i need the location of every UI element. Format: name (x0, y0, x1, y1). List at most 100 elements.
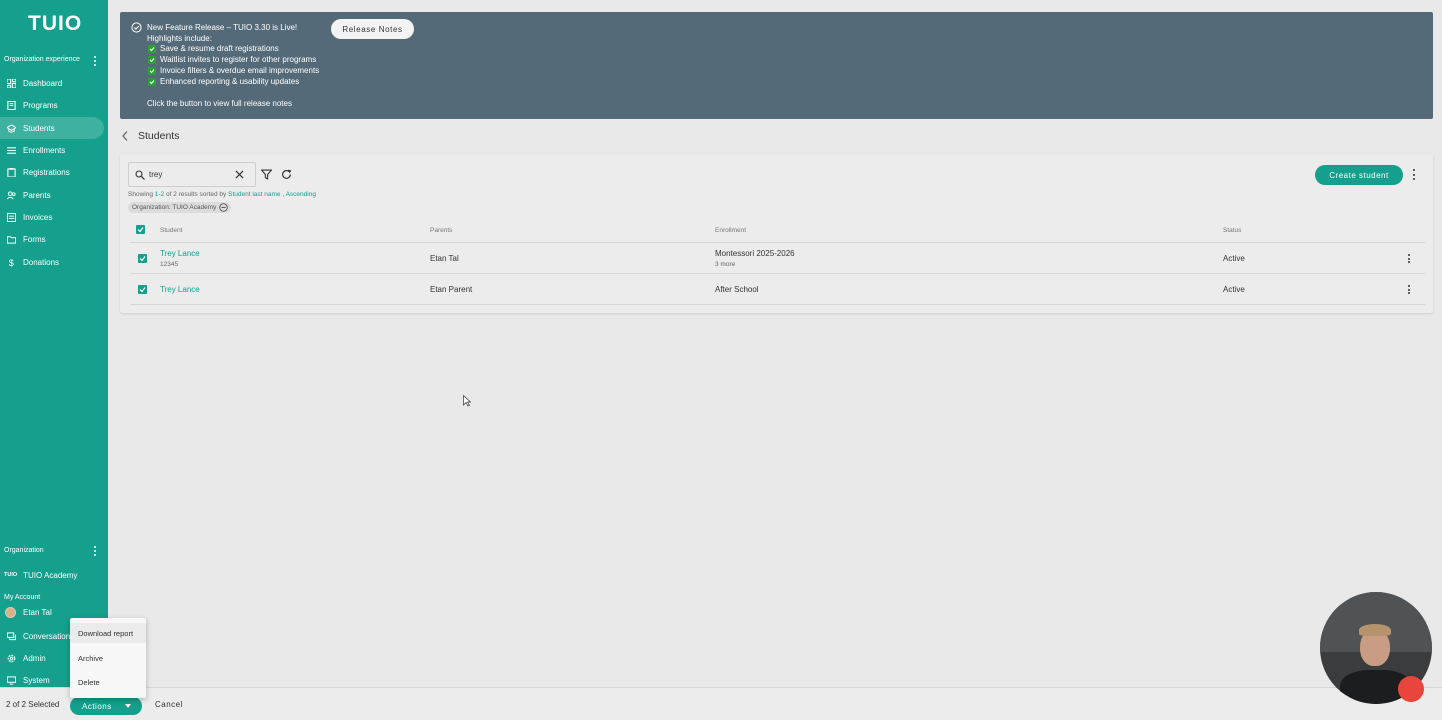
create-student-button[interactable]: Create student (1315, 165, 1403, 185)
checkbox-checked-icon (148, 77, 156, 86)
receipt-icon (7, 212, 16, 222)
filter-icon[interactable] (261, 169, 272, 180)
sidebar-item-label: Parents (23, 190, 51, 200)
enrollment-cell: Montessori 2025-2026 (715, 249, 795, 258)
banner-highlight: Invoice filters & overdue email improvem… (148, 66, 319, 75)
menu-item-archive[interactable]: Archive (70, 648, 146, 668)
monitor-icon (7, 675, 16, 685)
parents-cell: Etan Tal (430, 254, 459, 263)
parents-cell: Etan Parent (430, 285, 473, 294)
sidebar-item-org[interactable]: TUIO TUIO Academy (0, 564, 104, 586)
sort-direction-link[interactable]: Ascending (286, 191, 316, 198)
checkbox-checked-icon (148, 44, 156, 53)
sidebar-item-label: TUIO Academy (23, 570, 78, 580)
student-name-link[interactable]: Trey Lance (160, 249, 200, 258)
sidebar-item-label: Programs (23, 100, 58, 110)
dollar-icon: $ (7, 258, 16, 267)
sidebar-item-forms[interactable]: Forms (0, 228, 104, 250)
svg-text:$: $ (9, 258, 14, 267)
avatar (5, 606, 16, 618)
banner-highlight: Waitlist invites to register for other p… (148, 55, 316, 64)
banner-title: New Feature Release – TUIO 3.30 is Live! (147, 23, 298, 32)
sidebar-item-label: Admin (23, 653, 46, 663)
clear-search-icon[interactable] (235, 170, 244, 179)
column-header-student[interactable]: Student (160, 227, 182, 234)
sort-field-link[interactable]: Student last name (228, 191, 280, 198)
org-experience-menu-icon[interactable] (92, 55, 98, 67)
sidebar-item-dashboard[interactable]: Dashboard (0, 72, 104, 94)
sidebar-item-label: Invoices (23, 212, 53, 222)
more-options-icon[interactable] (1412, 169, 1416, 180)
banner-highlight: Save & resume draft registrations (148, 44, 279, 53)
sidebar-item-enrollments[interactable]: Enrollments (0, 139, 104, 161)
actions-dropdown-button[interactable]: Actions (70, 697, 142, 715)
back-arrow-icon[interactable] (121, 130, 129, 142)
sidebar-item-label: Etan Tal (23, 607, 52, 617)
sidebar-item-label: Registrations (23, 167, 70, 177)
sidebar-item-students[interactable]: Students (0, 117, 104, 139)
student-id: 12345 (160, 261, 179, 268)
chat-icon (7, 631, 16, 641)
status-cell: Active (1223, 285, 1245, 294)
dashboard-icon (7, 78, 16, 88)
sidebar: TUIO Organization experience Dashboard P… (0, 0, 108, 720)
column-header-enrollment[interactable]: Enrollment (715, 227, 746, 234)
sidebar-item-registrations[interactable]: Registrations (0, 161, 104, 183)
search-input[interactable] (149, 170, 233, 179)
filter-chip: Organization: TUIO Academy (128, 202, 232, 213)
select-all-checkbox[interactable] (136, 225, 145, 234)
sidebar-item-label: Donations (23, 257, 60, 267)
bulk-action-bar: 2 of 2 Selected Actions Cancel (0, 687, 1442, 720)
sidebar-item-programs[interactable]: Programs (0, 94, 104, 116)
row-menu-icon[interactable] (1407, 285, 1411, 294)
sidebar-item-parents[interactable]: Parents (0, 184, 104, 206)
divider (130, 304, 1425, 305)
cancel-button[interactable]: Cancel (155, 700, 183, 709)
release-notes-button[interactable]: Release Notes (331, 19, 414, 39)
mouse-cursor-icon (463, 395, 471, 407)
section-label-organization: Organization (4, 547, 44, 554)
menu-item-download-report[interactable]: Download report (70, 623, 146, 643)
row-checkbox[interactable] (138, 254, 147, 263)
sidebar-item-label: Students (23, 123, 55, 133)
checkbox-checked-icon (148, 66, 156, 75)
column-header-status[interactable]: Status (1223, 227, 1241, 234)
selection-count: 2 of 2 Selected (6, 700, 60, 709)
sidebar-item-invoices[interactable]: Invoices (0, 206, 104, 228)
gear-icon (7, 654, 16, 663)
banner-footer: Click the button to view full release no… (147, 99, 292, 108)
sidebar-item-label: Dashboard (23, 78, 63, 88)
people-icon (7, 190, 16, 200)
row-menu-icon[interactable] (1407, 254, 1411, 263)
book-icon (7, 100, 16, 110)
divider (130, 242, 1425, 243)
menu-item-delete[interactable]: Delete (70, 672, 146, 692)
check-circle-icon (131, 22, 142, 33)
row-checkbox[interactable] (138, 285, 147, 294)
organization-menu-icon[interactable] (92, 545, 98, 557)
sidebar-item-label: Forms (23, 234, 46, 244)
clipboard-icon (7, 167, 16, 177)
actions-menu: Download report Archive Delete (70, 618, 146, 698)
checkbox-checked-icon (148, 55, 156, 64)
student-name-link[interactable]: Trey Lance (160, 285, 200, 294)
banner-highlight: Enhanced reporting & usability updates (148, 77, 299, 86)
tuio-logo[interactable]: TUIO (28, 12, 82, 36)
search-field[interactable] (128, 162, 256, 187)
enrollment-more-link[interactable]: 3 more (715, 261, 735, 268)
refresh-icon[interactable] (281, 169, 292, 180)
column-header-parents[interactable]: Parents (430, 227, 452, 234)
results-summary: Showing 1-2 of 2 results sorted by Stude… (128, 191, 316, 198)
org-badge: TUIO (4, 572, 18, 578)
remove-filter-icon[interactable] (219, 203, 229, 212)
students-card: Showing 1-2 of 2 results sorted by Stude… (120, 154, 1433, 313)
sidebar-item-label: System (23, 675, 50, 685)
graduation-cap-icon (7, 123, 16, 133)
search-icon (135, 169, 145, 180)
actions-label: Actions (82, 701, 112, 711)
page-title: Students (138, 130, 180, 142)
status-cell: Active (1223, 254, 1245, 263)
folder-icon (7, 235, 16, 244)
sidebar-item-donations[interactable]: $ Donations (0, 251, 104, 273)
record-indicator (1398, 676, 1424, 702)
